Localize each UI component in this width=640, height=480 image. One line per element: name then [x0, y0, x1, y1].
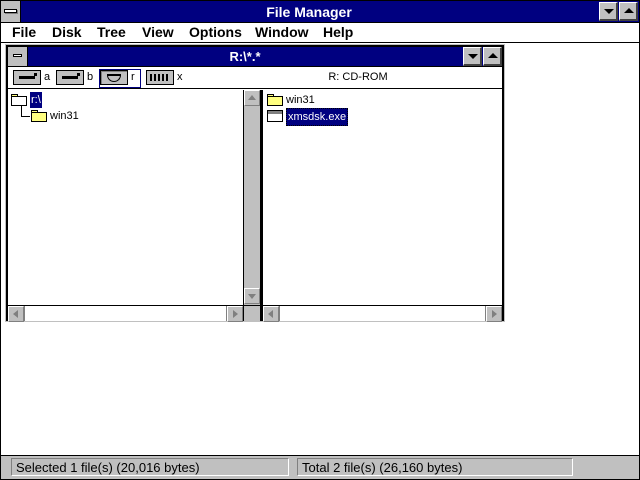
- menu-tree[interactable]: Tree: [92, 23, 131, 42]
- cd-rom-drive-icon: [100, 70, 128, 85]
- floppy-drive-icon: [13, 70, 41, 85]
- scroll-down-icon: [248, 294, 256, 299]
- child-minimize-button[interactable]: [463, 47, 482, 66]
- menu-window[interactable]: Window: [250, 23, 314, 42]
- directory-window-title: R:\*.*: [229, 49, 261, 64]
- menu-disk-label: Disk: [52, 24, 82, 40]
- scroll-down-button[interactable]: [244, 288, 260, 304]
- status-bar: Selected 1 file(s) (20,016 bytes) Total …: [1, 455, 639, 479]
- menu-view[interactable]: View: [137, 23, 179, 42]
- scroll-right-button[interactable]: [486, 306, 502, 322]
- drive-x[interactable]: x: [146, 70, 188, 87]
- scroll-left-icon: [268, 310, 273, 318]
- system-menu-icon: [4, 9, 17, 13]
- open-folder-icon: [11, 94, 27, 106]
- scroll-up-button[interactable]: [244, 90, 260, 106]
- child-system-menu-icon: [13, 54, 22, 57]
- tree-horizontal-scrollbar[interactable]: [8, 305, 243, 322]
- status-selected: Selected 1 file(s) (20,016 bytes): [11, 458, 289, 476]
- directory-horizontal-scrollbar[interactable]: [263, 305, 502, 322]
- maximize-icon: [624, 8, 634, 13]
- folder-icon: [267, 94, 283, 106]
- network-drive-icon: [146, 70, 174, 85]
- drive-r[interactable]: r: [99, 69, 141, 88]
- tree-root-label: r:\: [30, 92, 42, 108]
- drive-bar: a b r x R: CD-ROM: [8, 67, 502, 89]
- app-title: File Manager: [266, 4, 352, 20]
- scroll-up-icon: [248, 95, 256, 100]
- scroll-right-icon: [233, 310, 238, 318]
- drive-a-letter: a: [44, 71, 51, 83]
- scroll-left-button[interactable]: [263, 306, 279, 322]
- menu-window-label: Window: [255, 24, 309, 40]
- drive-b-letter: b: [87, 71, 94, 83]
- menu-file[interactable]: File: [7, 23, 41, 42]
- system-menu-button[interactable]: [1, 1, 21, 22]
- status-total: Total 2 file(s) (26,160 bytes): [297, 458, 573, 476]
- file-list-item-label: win31: [286, 94, 315, 106]
- file-manager-window: File Manager File Disk Tree View Options…: [0, 0, 640, 480]
- floppy-drive-icon: [56, 70, 84, 85]
- drive-a[interactable]: a: [13, 70, 55, 87]
- tree-pane[interactable]: r:\ win31: [8, 90, 243, 305]
- menu-help[interactable]: Help: [318, 23, 358, 42]
- menu-tree-label: Tree: [97, 24, 126, 40]
- drive-b[interactable]: b: [56, 70, 98, 87]
- maximize-button[interactable]: [619, 2, 638, 21]
- child-system-menu-button[interactable]: [8, 47, 28, 66]
- drive-r-letter: r: [131, 71, 135, 83]
- file-list-item-label: xmsdsk.exe: [286, 108, 349, 126]
- scroll-left-button[interactable]: [8, 306, 24, 322]
- menu-options-label: Options: [189, 24, 242, 40]
- scrollbar-corner: [243, 305, 260, 321]
- directory-pane[interactable]: win31 xmsdsk.exe: [263, 90, 502, 305]
- menu-help-label: Help: [323, 24, 354, 40]
- tree-item-label: win31: [50, 110, 79, 122]
- menu-options[interactable]: Options: [184, 23, 247, 42]
- scroll-track[interactable]: [24, 306, 227, 321]
- menu-file-label: File: [12, 24, 37, 40]
- scroll-left-icon: [13, 310, 18, 318]
- menu-bar: File Disk Tree View Options Window Help: [1, 23, 639, 43]
- tree-connector-horizontal: [21, 116, 30, 117]
- child-minimize-icon: [468, 54, 478, 59]
- minimize-icon: [604, 9, 614, 14]
- tree-vertical-scrollbar[interactable]: [243, 90, 260, 305]
- drive-x-letter: x: [177, 71, 183, 83]
- directory-window-title-bar[interactable]: R:\*.*: [8, 47, 502, 67]
- app-title-bar[interactable]: File Manager: [1, 1, 639, 23]
- menu-disk[interactable]: Disk: [47, 23, 87, 42]
- minimize-button[interactable]: [599, 2, 618, 21]
- executable-file-icon: [267, 110, 283, 122]
- directory-window: R:\*.* a b r x R: CD-ROM r:\ win31 win31…: [5, 44, 505, 322]
- menu-view-label: View: [142, 24, 174, 40]
- child-maximize-icon: [488, 53, 498, 58]
- folder-icon: [31, 110, 47, 122]
- child-maximize-button[interactable]: [483, 47, 502, 66]
- current-drive-label: R: CD-ROM: [328, 71, 388, 83]
- scroll-right-icon: [492, 310, 497, 318]
- scroll-track[interactable]: [279, 306, 486, 321]
- scroll-right-button[interactable]: [227, 306, 243, 322]
